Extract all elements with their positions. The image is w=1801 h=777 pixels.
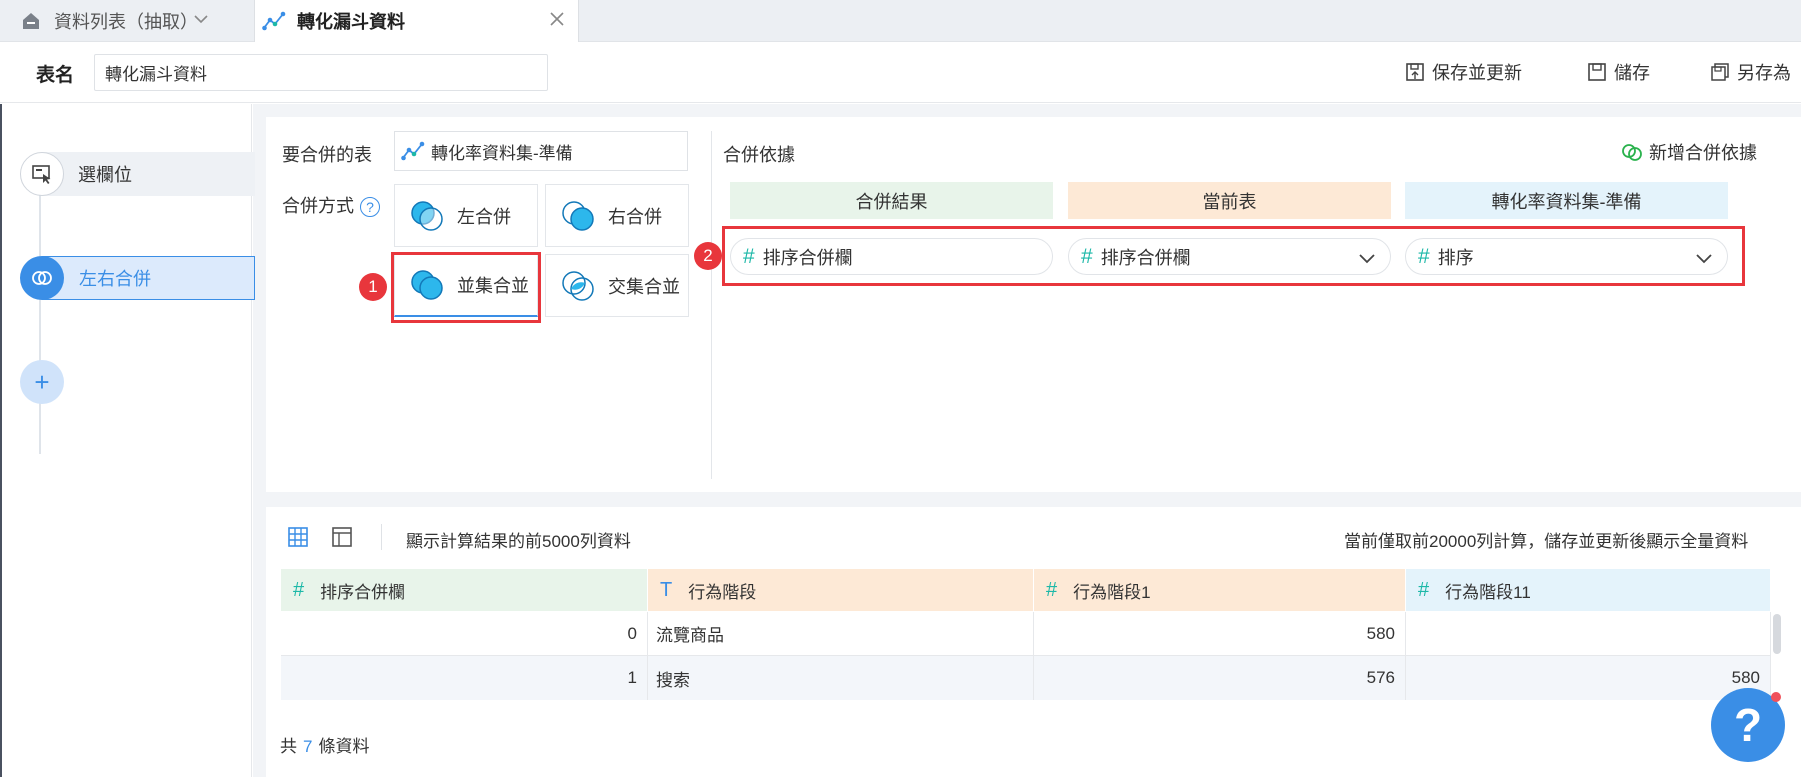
save-as-label: 另存為 bbox=[1737, 63, 1791, 83]
table-cell: 576 bbox=[1034, 656, 1406, 700]
merge-icon bbox=[20, 256, 64, 300]
plus-icon: + bbox=[20, 360, 64, 404]
step-rail: 選欄位 左右合併 + bbox=[0, 104, 255, 777]
toolbar-divider bbox=[381, 524, 382, 550]
step-connector bbox=[39, 174, 41, 454]
merge-basis-label: 合併依據 bbox=[723, 145, 795, 165]
tab-label: 資料列表（抽取） bbox=[54, 12, 198, 32]
table-cell: 0 bbox=[281, 612, 648, 656]
number-type-icon: # bbox=[1046, 578, 1058, 601]
table-to-merge-select[interactable]: 轉化率資料集-準備 bbox=[394, 131, 688, 171]
tab-funnel-data[interactable]: 轉化漏斗資料 bbox=[255, 0, 579, 42]
save-button[interactable]: 儲存 bbox=[1587, 59, 1650, 85]
table-header-cell[interactable]: T 行為階段 bbox=[648, 569, 1034, 611]
panel-divider bbox=[711, 131, 712, 479]
step-select-columns[interactable]: 選欄位 bbox=[20, 152, 255, 196]
column-header-current: 當前表 bbox=[1068, 182, 1391, 219]
add-step-button[interactable]: + bbox=[20, 360, 64, 404]
home-icon bbox=[18, 8, 44, 34]
intersection-join-icon bbox=[560, 268, 596, 304]
save-as-icon bbox=[1710, 62, 1730, 82]
table-cell: 搜索 bbox=[648, 656, 1034, 700]
step-label: 選欄位 bbox=[42, 152, 255, 196]
text-type-icon: T bbox=[660, 578, 673, 601]
step-badge-2: 2 bbox=[694, 242, 722, 270]
row-count-prefix: 共 bbox=[280, 737, 297, 756]
table-name-bar: 表名 保存並更新 儲存 另存為 bbox=[0, 42, 1801, 103]
header-label: 排序合併欄 bbox=[320, 582, 406, 602]
save-and-update-label: 保存並更新 bbox=[1432, 63, 1522, 83]
vertical-scrollbar[interactable] bbox=[1773, 614, 1781, 654]
option-label: 交集合並 bbox=[608, 276, 680, 297]
row-count-number: 7 bbox=[303, 737, 313, 756]
highlight-box-2 bbox=[722, 226, 1745, 286]
layout-view-icon[interactable] bbox=[331, 526, 353, 548]
grid-view-icon[interactable] bbox=[287, 526, 309, 548]
number-type-icon: # bbox=[293, 578, 305, 601]
row-count-suffix: 條資料 bbox=[318, 737, 370, 756]
table-cell bbox=[1406, 612, 1771, 656]
table-name-label: 表名 bbox=[36, 65, 75, 86]
header-label: 行為階段11 bbox=[1445, 582, 1531, 602]
right-merge-option[interactable]: 右合併 bbox=[545, 184, 689, 247]
step-left-right-merge[interactable]: 左右合併 bbox=[20, 256, 255, 300]
row-count: 共 7 條資料 bbox=[280, 732, 369, 757]
option-label: 右合併 bbox=[608, 206, 662, 227]
select-columns-icon bbox=[20, 152, 64, 196]
save-as-button[interactable]: 另存為 bbox=[1710, 59, 1791, 85]
save-and-update-button[interactable]: 保存並更新 bbox=[1405, 59, 1522, 85]
column-header-other: 轉化率資料集-準備 bbox=[1405, 182, 1728, 219]
column-header-result: 合併結果 bbox=[730, 182, 1053, 219]
tab-label: 轉化漏斗資料 bbox=[297, 12, 405, 32]
left-merge-option[interactable]: 左合併 bbox=[394, 184, 538, 247]
save-update-icon bbox=[1405, 62, 1425, 82]
table-cell: 580 bbox=[1034, 612, 1406, 656]
tab-data-list[interactable]: 資料列表（抽取） bbox=[0, 0, 255, 42]
dataset-icon bbox=[261, 8, 287, 34]
header-label: 行為階段1 bbox=[1073, 582, 1151, 602]
save-icon bbox=[1587, 62, 1607, 82]
close-icon[interactable] bbox=[548, 10, 566, 33]
preview-limit-note: 當前僅取前20000列計算，儲存並更新後顯示全量資料 bbox=[1344, 532, 1749, 551]
right-join-icon bbox=[560, 198, 596, 234]
tab-bar: 資料列表（抽取） 轉化漏斗資料 bbox=[0, 0, 1801, 42]
table-to-merge-label: 要合併的表 bbox=[282, 145, 372, 165]
preview-note: 顯示計算結果的前5000列資料 bbox=[406, 532, 631, 551]
number-type-icon: # bbox=[1418, 578, 1430, 601]
step-badge-1: 1 bbox=[359, 273, 387, 301]
table-header-cell[interactable]: # 行為階段11 bbox=[1406, 569, 1771, 611]
table-cell: 流覽商品 bbox=[648, 612, 1034, 656]
table-cell: 1 bbox=[281, 656, 648, 700]
merge-method-label: 合併方式? bbox=[282, 192, 380, 218]
table-cell: 580 bbox=[1406, 656, 1771, 700]
step-label: 左右合併 bbox=[42, 256, 255, 300]
notification-dot bbox=[1771, 692, 1781, 702]
table-to-merge-value: 轉化率資料集-準備 bbox=[431, 143, 573, 163]
left-join-icon bbox=[409, 198, 445, 234]
merge-basis-icon bbox=[1621, 142, 1643, 162]
intersection-merge-option[interactable]: 交集合並 bbox=[545, 254, 689, 317]
table-header-cell[interactable]: # 行為階段1 bbox=[1034, 569, 1406, 611]
merge-method-text: 合併方式 bbox=[282, 196, 354, 216]
table-header-cell[interactable]: # 排序合併欄 bbox=[281, 569, 648, 611]
chevron-down-icon[interactable] bbox=[192, 10, 210, 33]
help-icon[interactable]: ? bbox=[360, 197, 380, 218]
add-merge-basis-button[interactable]: 新增合併依據 bbox=[1621, 139, 1757, 165]
table-name-input[interactable] bbox=[94, 54, 548, 91]
add-merge-basis-label: 新增合併依據 bbox=[1649, 143, 1757, 163]
save-label: 儲存 bbox=[1614, 63, 1650, 83]
dataset-icon bbox=[401, 141, 425, 161]
highlight-box-1 bbox=[391, 252, 541, 323]
option-label: 左合併 bbox=[457, 206, 511, 227]
header-label: 行為階段 bbox=[688, 582, 757, 602]
